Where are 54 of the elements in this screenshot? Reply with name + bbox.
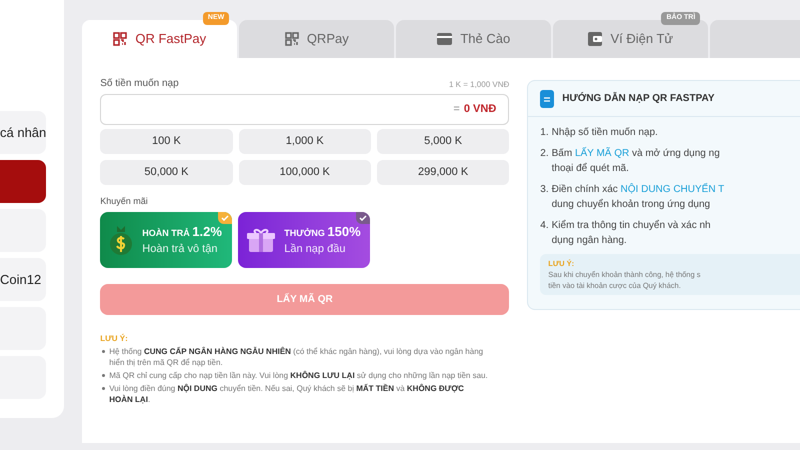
bullet-icon (102, 350, 106, 352)
card-icon (437, 33, 452, 45)
money-bag-icon (108, 224, 134, 256)
sidebar-item[interactable] (0, 160, 46, 203)
equals-sign: = (453, 102, 460, 118)
amount-option[interactable]: 5,000 K (376, 129, 510, 154)
wallet-icon (588, 32, 602, 46)
amount-total: 0 VNĐ (464, 102, 496, 118)
step-text: dung chuyển khoản trong ứng dụng (552, 199, 710, 210)
tab[interactable]: Ví Điện Tử (553, 20, 708, 58)
promo-title: THƯỞNG 150% (284, 222, 361, 240)
promo-subtitle: Hoàn trả vô tận (142, 242, 218, 257)
note-text: Hệ thống CUNG CẤP NGÂN HÀNG NGẪU NHIÊN (có thể khác ngân hàng), vui lòng dựa vào ngân hàng hiển thị trên mã QR để nạp tiền. (109, 346, 484, 368)
highlighted-text: LẤY MÃ QR (574, 148, 630, 159)
promo-label: Khuyến mãi (100, 195, 149, 208)
qr-code-icon (284, 32, 299, 46)
step-text: Nhập số tiền muốn nạp. (552, 127, 658, 138)
tab[interactable]: QRPay (239, 20, 394, 58)
step-text: Bấm (552, 148, 574, 159)
sidebar-item[interactable]: cá nhân (0, 111, 46, 154)
step-text: dụng ngân hàng. (552, 235, 627, 246)
sidebar-item[interactable]: Coin12 (0, 258, 46, 301)
qr-code-icon (113, 32, 128, 46)
promo-subtitle: Lần nạp đầu (284, 242, 346, 257)
note-text: Vui lòng điền đúng NỘI DUNG chuyển tiền. Nếu sai, Quý khách sẽ bị MẤT TIỀN và KHÔNG ĐƯỢC HOÀN LẠI. (109, 382, 465, 404)
tab[interactable]: Thẻ Cào (396, 20, 552, 58)
amount-field[interactable]: = 0 VNĐ (100, 94, 510, 125)
amount-option[interactable]: 100 K (100, 129, 233, 154)
step-number: 2. (540, 147, 549, 161)
note-text: Mã QR chỉ cung cấp cho nạp tiền lần này. Vui lòng KHÔNG LƯU LẠI sử dụng cho những lần nạp tiền sau. (109, 370, 488, 380)
notes-title: LƯU Ý: (100, 332, 129, 344)
bullet-icon (102, 386, 106, 390)
document-icon (540, 90, 554, 108)
step-number: 3. (540, 183, 549, 197)
step-text: thoại để quét mã. (552, 163, 629, 174)
guide-title: HƯỚNG DẪN NẠP QR FASTPAY (562, 91, 714, 106)
step-number: 1. (540, 126, 549, 140)
promo-title: HOÀN TRẢ 1.2% (142, 222, 222, 240)
bullet-icon (102, 374, 106, 376)
amount-option[interactable]: 299,000 K (376, 160, 510, 185)
tab[interactable]: QR FastPay (82, 20, 238, 58)
rate-text: 1 K = 1,000 VNĐ (449, 79, 510, 91)
amount-option[interactable]: 100,000 K (238, 160, 371, 185)
step-text: và mở ứng dụng ng (631, 148, 720, 159)
step-text: Kiểm tra thông tin chuyển và xác nh (552, 220, 711, 231)
promo-card[interactable]: THƯỞNG 150% Lần nạp đầu (238, 212, 370, 268)
check-icon (356, 212, 370, 224)
amount-option[interactable]: 50,000 K (100, 160, 233, 185)
highlighted-text: NỘI DUNG CHUYỂN T (620, 184, 724, 195)
step-text: Điền chính xác (552, 184, 619, 195)
amount-label: Số tiền muốn nạp (100, 77, 179, 91)
step-number: 4. (540, 219, 549, 233)
check-icon (218, 212, 232, 224)
amount-option[interactable]: 1,000 K (238, 129, 371, 154)
